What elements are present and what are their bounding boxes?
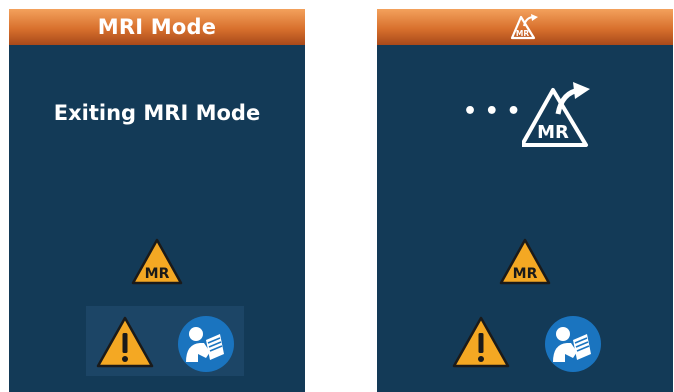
svg-text:MR: MR	[537, 122, 569, 143]
consult-manual-icon	[176, 314, 236, 374]
screen-header: MRI Mode	[9, 9, 305, 45]
header-title: MRI Mode	[97, 15, 217, 39]
mr-conditional-exit-icon: MR	[510, 13, 540, 41]
caution-icon	[96, 315, 154, 369]
status-message: Exiting MRI Mode	[53, 101, 261, 125]
mri-mode-screen-exiting: MRI Mode Exiting MRI Mode MR	[9, 9, 305, 392]
mr-label: MR	[145, 266, 170, 282]
screen-header: MR	[377, 9, 673, 45]
svg-text:MR: MR	[516, 29, 529, 38]
progress-dots: • • •	[463, 99, 521, 124]
mr-warning-icon: MR	[131, 238, 183, 285]
mri-mode-screen-exit-progress: MR • • • MR MR	[377, 9, 673, 392]
consult-manual-icon	[543, 314, 603, 374]
mr-conditional-exit-icon: MR	[522, 80, 592, 148]
caution-icon	[452, 315, 510, 369]
svg-text:MR: MR	[513, 266, 538, 282]
mr-warning-icon: MR	[499, 238, 551, 285]
